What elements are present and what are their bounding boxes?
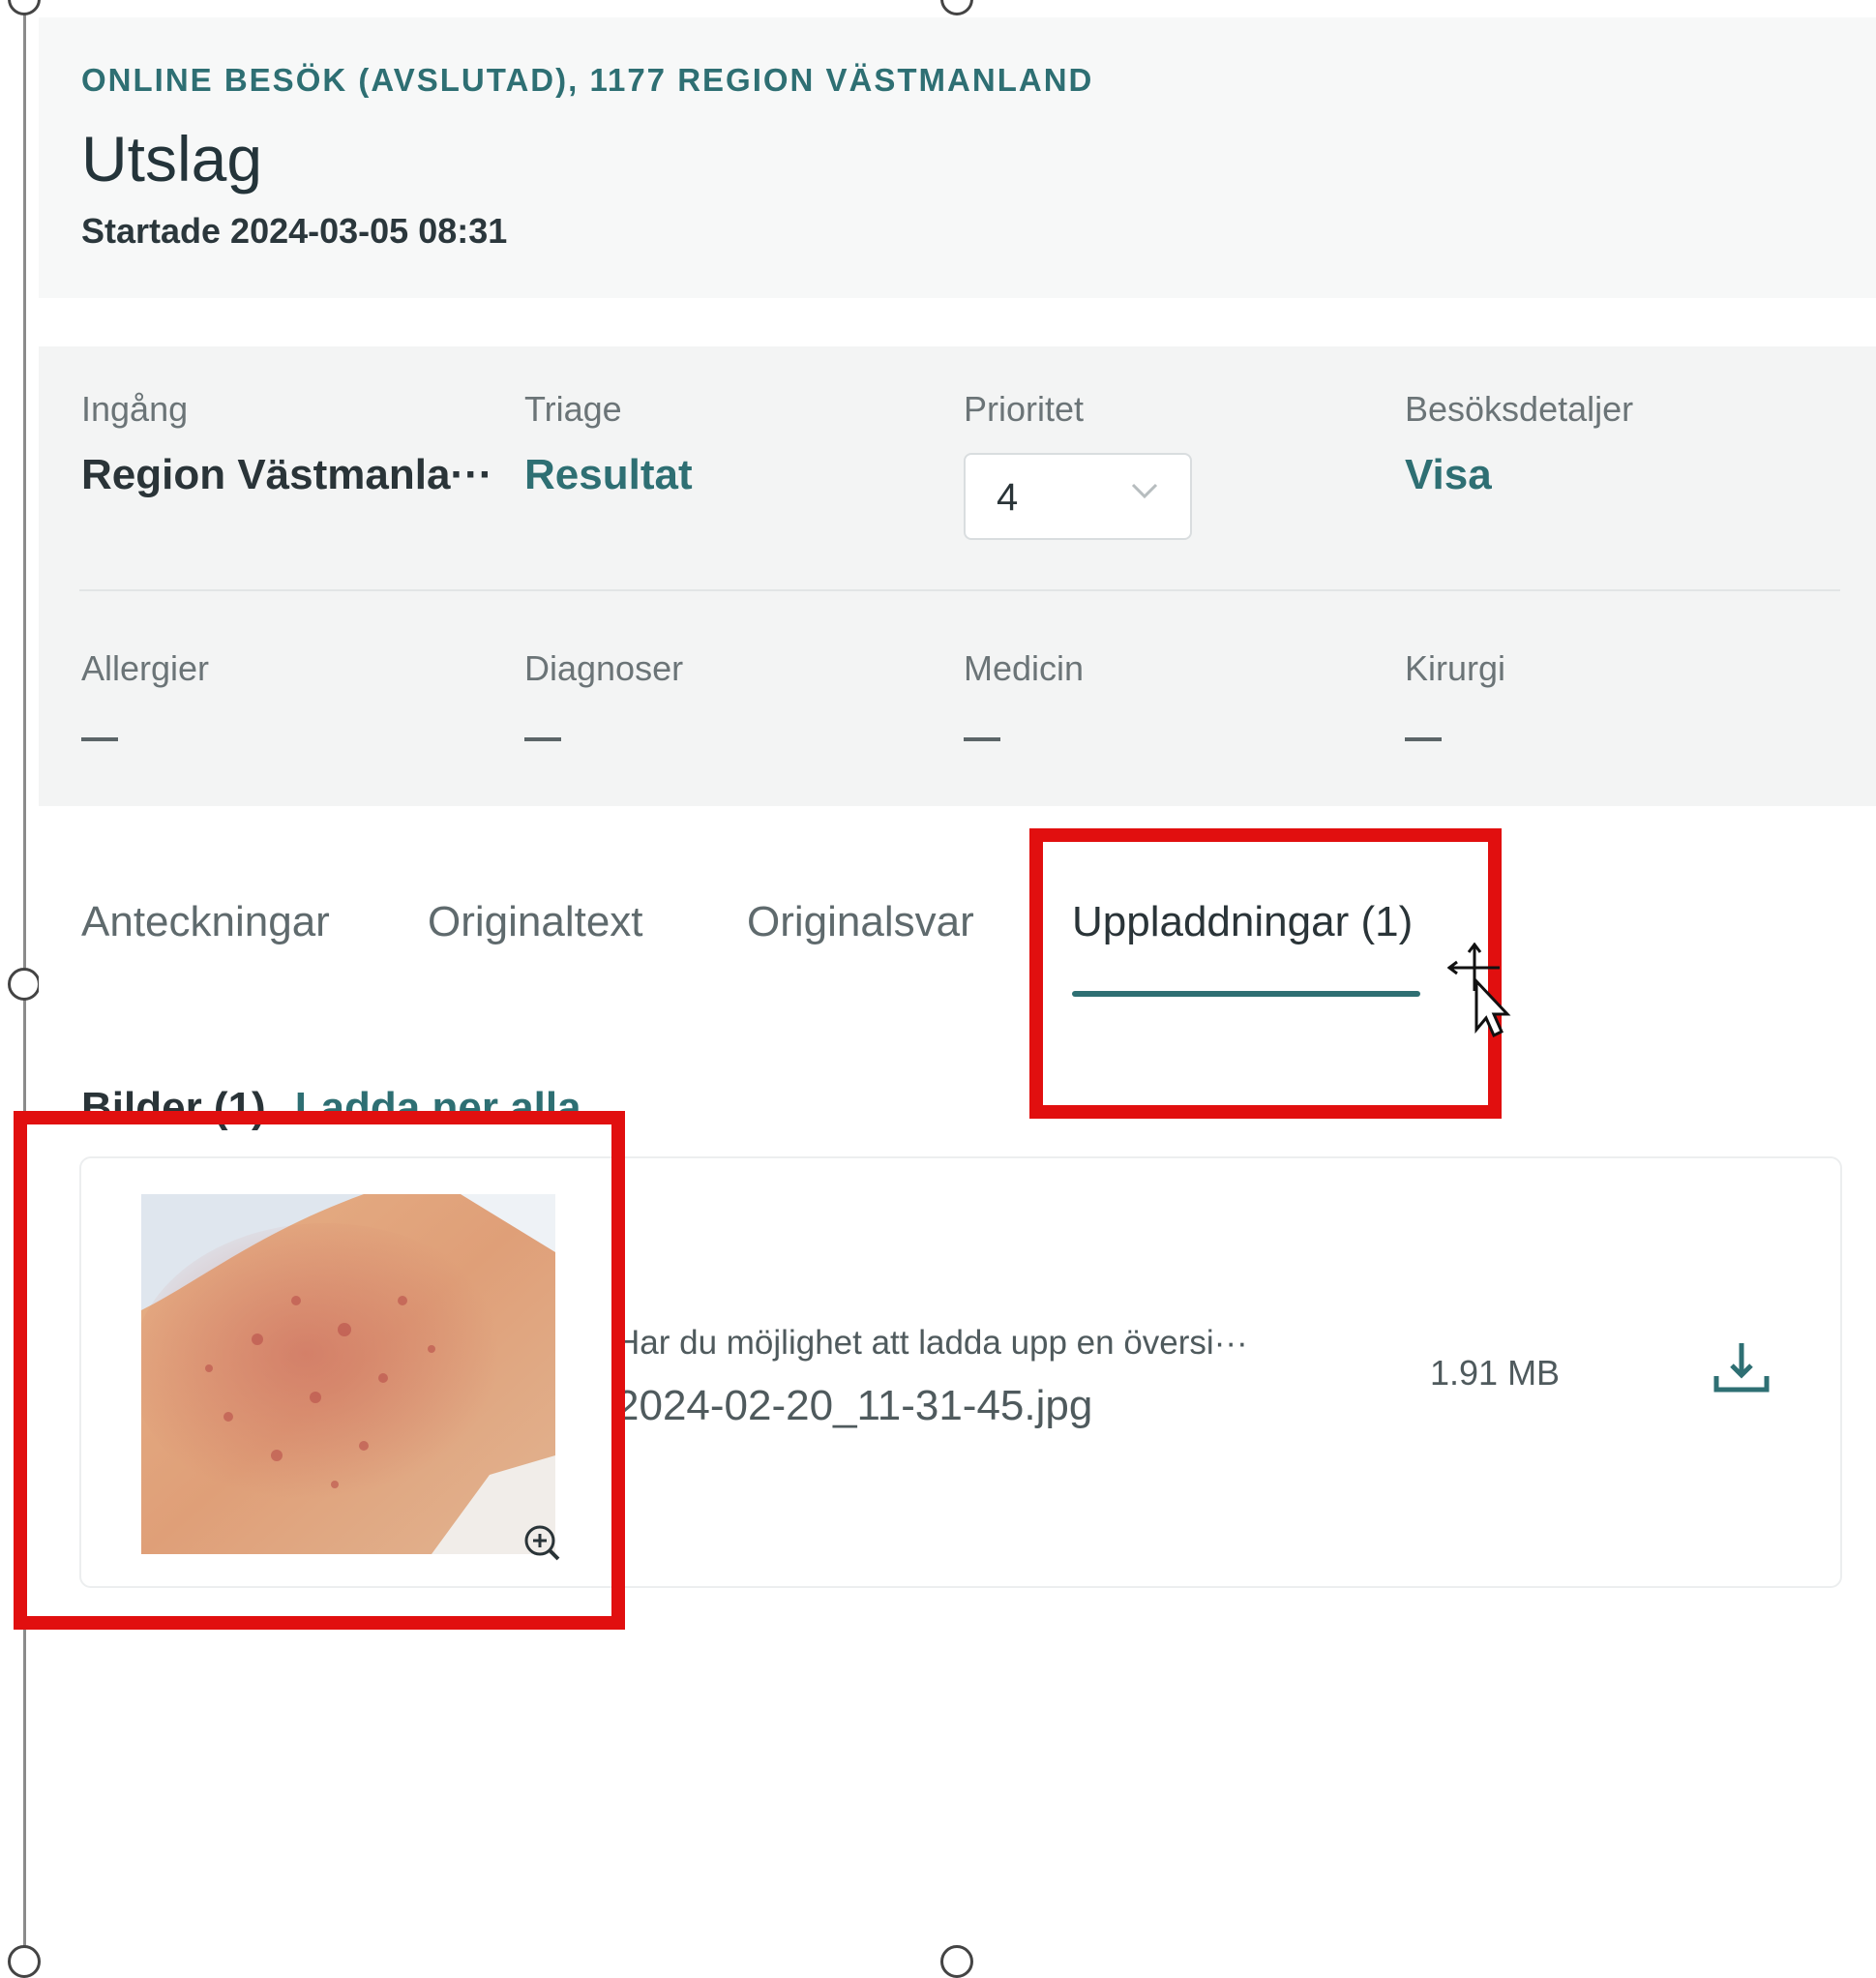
field-label: Triage [524,389,622,429]
upload-question: Har du möjlighet att ladda upp en översi… [615,1324,1248,1362]
empty-value-dash [964,737,1000,741]
field-medicin: Medicin [964,648,1084,741]
highlight-box-image [14,1111,625,1630]
field-label: Besöksdetaljer [1405,389,1634,429]
field-label: Diagnoser [524,648,684,688]
info-divider [79,589,1840,591]
field-label: Allergier [81,648,210,688]
field-diagnoser: Diagnoser [524,648,683,741]
visit-eyebrow: ONLINE BESÖK (AVSLUTAD), 1177 REGION VÄS… [81,62,1094,98]
priority-select[interactable]: 4 [964,453,1192,540]
field-value: Region Västmanla··· [81,451,493,498]
visit-started: Startade 2024-03-05 08:31 [81,211,508,251]
resize-handle-bottom-left[interactable] [8,1945,41,1978]
field-triage: Triage Resultat [524,389,693,499]
upload-filename: 2024-02-20_11-31-45.jpg [615,1382,1093,1429]
field-kirurgi: Kirurgi [1405,648,1505,741]
field-prioritet: Prioritet [964,389,1084,430]
page-title: Utslag [81,123,263,195]
visit-header-card [39,17,1876,298]
field-label: Prioritet [964,389,1085,429]
tab-anteckningar[interactable]: Anteckningar [81,898,330,946]
field-label: Kirurgi [1405,648,1506,688]
triage-result-link[interactable]: Resultat [524,451,693,499]
field-label: Medicin [964,648,1085,688]
field-ingang: Ingång Region Västmanla··· [81,389,492,499]
empty-value-dash [1405,737,1442,741]
tab-originalsvar[interactable]: Originalsvar [747,898,974,946]
resize-handle-top-left[interactable] [8,0,41,15]
download-icon[interactable] [1711,1337,1772,1399]
chevron-down-icon [1130,476,1159,507]
empty-value-dash [81,737,118,741]
resize-handle-left[interactable] [8,968,41,1001]
field-besoksdetaljer: Besöksdetaljer Visa [1405,389,1633,499]
empty-value-dash [524,737,561,741]
priority-select-value: 4 [997,476,1019,519]
highlight-box-uploads-tab [1029,828,1502,1119]
resize-handle-top[interactable] [940,0,973,15]
visit-details-link[interactable]: Visa [1405,451,1633,499]
tab-originaltext[interactable]: Originaltext [428,898,643,946]
upload-file-size: 1.91 MB [1430,1353,1561,1393]
resize-handle-bottom[interactable] [940,1945,973,1978]
mouse-cursor-icon [1446,942,1515,1039]
field-label: Ingång [81,389,189,429]
field-allergier: Allergier [81,648,209,741]
